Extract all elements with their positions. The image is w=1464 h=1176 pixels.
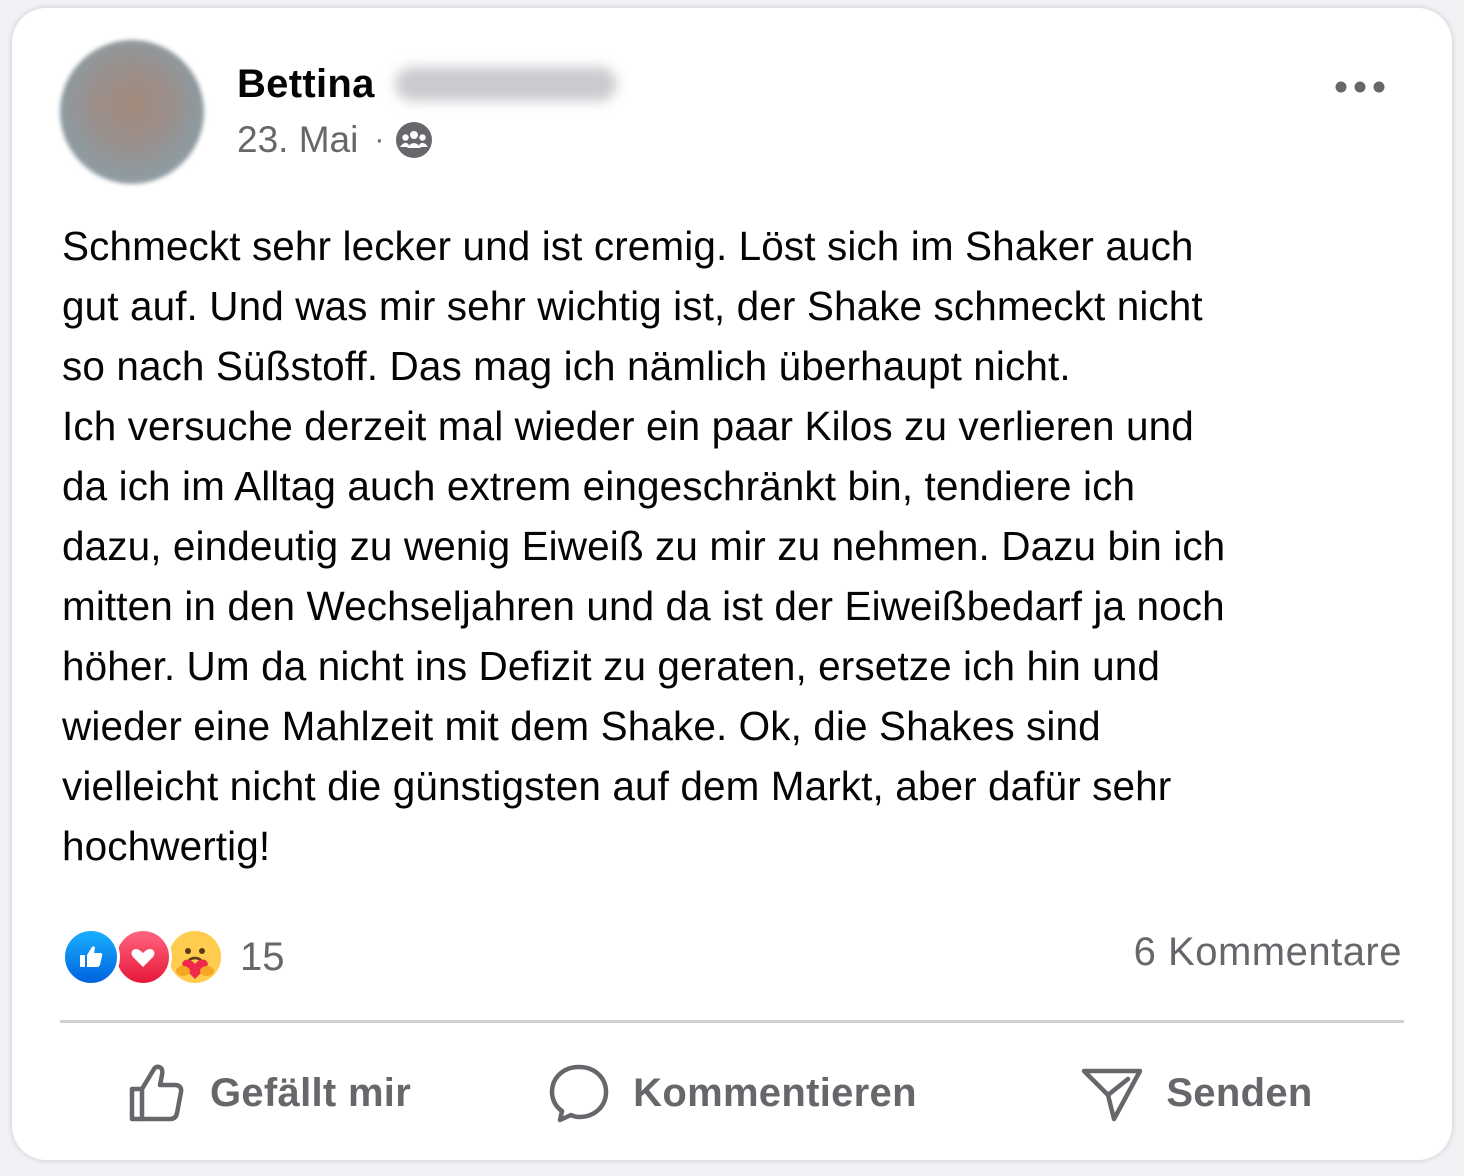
comment-bubble-icon	[549, 1064, 609, 1123]
more-horizontal-icon	[1335, 81, 1385, 93]
post-meta: 23. Mai ·	[237, 118, 434, 162]
comments-count-link[interactable]: 6 Kommentare	[1134, 930, 1402, 975]
group-icon	[394, 120, 434, 160]
thumbs-up-icon	[129, 1064, 184, 1122]
divider	[60, 1020, 1404, 1023]
like-button-label: Gefällt mir	[209, 1070, 412, 1115]
send-button[interactable]: Senden	[989, 1048, 1404, 1138]
care-icon	[166, 928, 224, 986]
post-card: Bettina 23. Mai · Schmeckt sehr lecker u…	[12, 8, 1452, 1160]
love-icon	[114, 928, 172, 986]
send-button-label: Senden	[1166, 1070, 1313, 1115]
author-surname-redacted	[394, 67, 617, 101]
more-options-button[interactable]	[1330, 72, 1390, 102]
avatar[interactable]	[60, 40, 204, 184]
comment-button-label: Kommentieren	[633, 1070, 917, 1115]
author-name[interactable]: Bettina	[237, 62, 375, 107]
reaction-count: 15	[240, 934, 285, 979]
post-body: Schmeckt sehr lecker und ist cremig. Lös…	[62, 223, 1226, 869]
meta-separator: ·	[374, 123, 385, 156]
send-icon	[1082, 1068, 1143, 1122]
comment-button[interactable]: Kommentieren	[475, 1048, 989, 1138]
like-button[interactable]: Gefällt mir	[60, 1048, 475, 1138]
author-row: Bettina	[237, 60, 617, 108]
like-icon	[62, 928, 120, 986]
post-date[interactable]: 23. Mai	[237, 119, 358, 161]
reactions-summary[interactable]: 15	[62, 926, 285, 988]
action-bar: Gefällt mir Kommentieren Senden	[60, 1048, 1404, 1138]
